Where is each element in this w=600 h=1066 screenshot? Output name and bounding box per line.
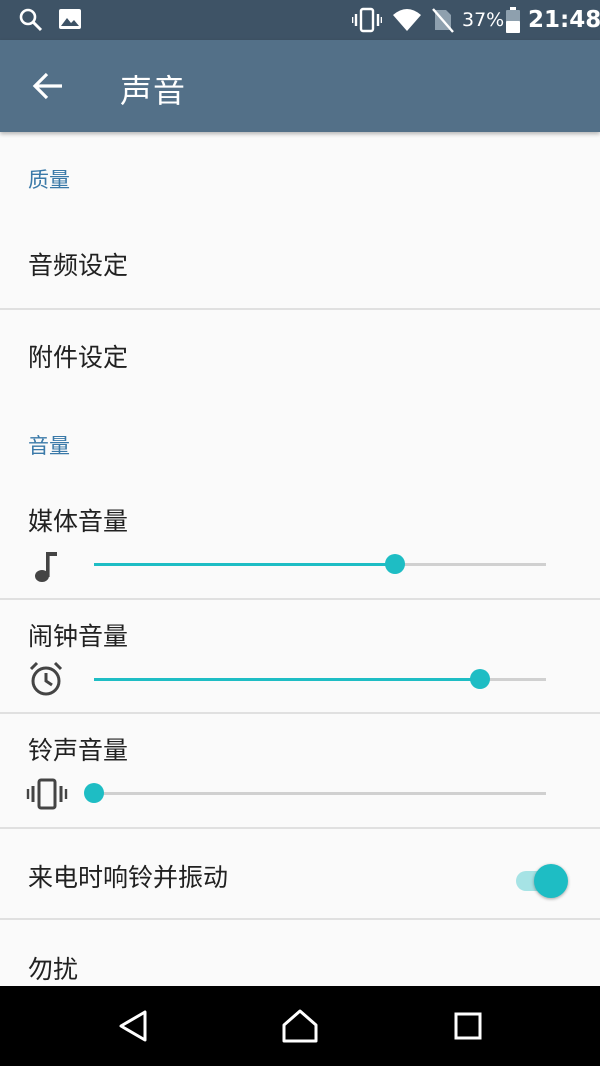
- arrow-back-icon[interactable]: [30, 68, 66, 104]
- recents-icon[interactable]: [448, 1006, 488, 1046]
- back-triangle-icon[interactable]: [114, 1006, 154, 1046]
- home-icon[interactable]: [280, 1006, 320, 1046]
- divider: [0, 598, 600, 600]
- ringtone-volume-label: 铃声音量: [28, 736, 129, 765]
- music-note-icon: [35, 552, 57, 582]
- no-sim-icon: [432, 8, 454, 33]
- alarm-icon: [29, 661, 63, 696]
- alarm-volume-thumb[interactable]: [470, 669, 491, 689]
- do-not-disturb-item[interactable]: 勿扰: [0, 920, 600, 986]
- audio-settings-label: 音频设定: [28, 251, 129, 280]
- vibrate-icon: [26, 778, 68, 810]
- vibrate-on-ring-item[interactable]: 来电时响铃并振动: [0, 829, 600, 917]
- do-not-disturb-label: 勿扰: [28, 955, 79, 984]
- ringtone-volume-slider[interactable]: [84, 783, 546, 803]
- battery-icon: [506, 7, 520, 33]
- battery-percent: 37%: [462, 9, 505, 31]
- search-icon: [19, 8, 43, 32]
- vibrate-on-ring-switch[interactable]: [514, 860, 570, 900]
- section-header-volume: 音量: [28, 434, 70, 458]
- image-icon: [59, 9, 81, 29]
- vibrate-icon: [352, 7, 382, 33]
- settings-list[interactable]: 质量 音频设定 附件设定 音量 媒体音量 闹钟音量 铃声音量 来电时响铃并振动 …: [0, 132, 600, 986]
- status-bar: 37% 21:48: [0, 0, 600, 40]
- accessory-settings-item[interactable]: 附件设定: [0, 310, 600, 400]
- media-volume-thumb[interactable]: [384, 554, 405, 574]
- media-volume-fill: [94, 563, 395, 566]
- alarm-volume-fill: [94, 678, 481, 681]
- accessory-settings-label: 附件设定: [28, 343, 129, 372]
- media-volume-slider[interactable]: [94, 554, 546, 574]
- vibrate-on-ring-label: 来电时响铃并振动: [28, 863, 229, 892]
- switch-thumb: [534, 864, 568, 898]
- wifi-icon: [393, 9, 421, 31]
- clock: 21:48: [528, 7, 600, 33]
- media-volume-label: 媒体音量: [28, 507, 129, 536]
- divider: [0, 712, 600, 714]
- page-title: 声音: [120, 72, 187, 110]
- app-bar: 声音: [0, 40, 600, 132]
- alarm-volume-slider[interactable]: [94, 669, 546, 689]
- alarm-volume-label: 闹钟音量: [28, 622, 129, 651]
- navigation-bar: [0, 986, 600, 1066]
- audio-settings-item[interactable]: 音频设定: [0, 218, 600, 308]
- section-header-quality: 质量: [28, 168, 70, 192]
- ringtone-volume-thumb[interactable]: [84, 783, 104, 803]
